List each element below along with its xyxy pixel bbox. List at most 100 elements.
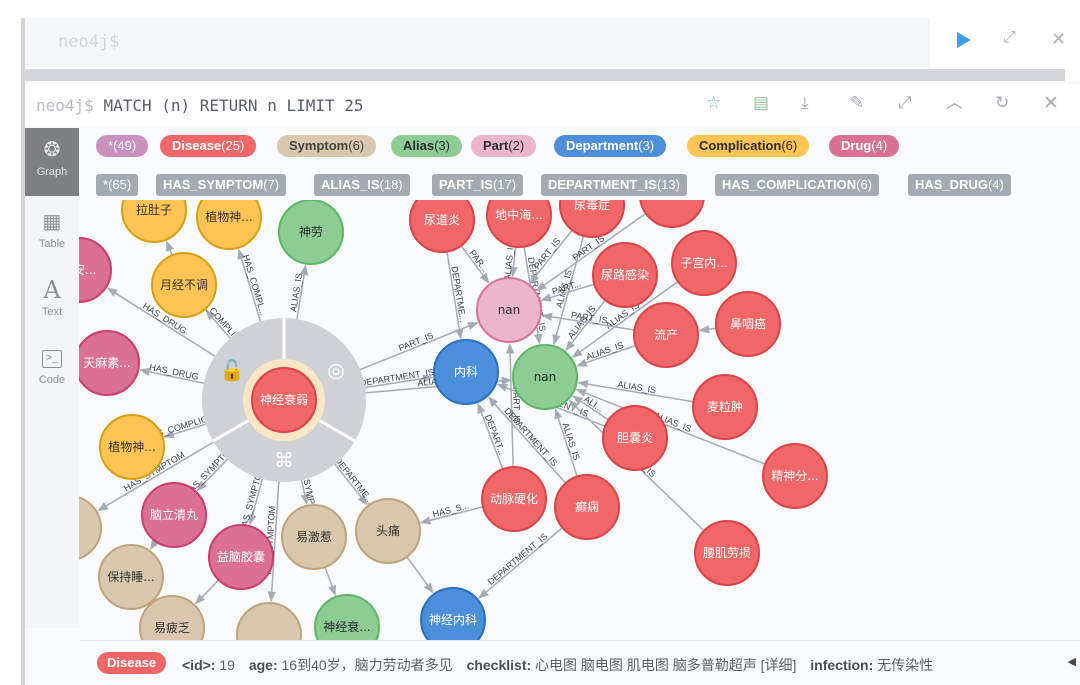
hide-icon[interactable]: ◎	[327, 358, 344, 382]
legend-label-alias[interactable]: Alias(3)	[391, 135, 462, 157]
legend-rel-has-complication[interactable]: HAS_COMPLICATION(6)	[715, 174, 879, 196]
query-editor[interactable]: neo4j$	[25, 18, 930, 67]
graph-node-complication[interactable]: 植物神...	[99, 414, 165, 480]
node-circle[interactable]	[236, 602, 302, 640]
status-badge[interactable]: Disease	[97, 652, 167, 674]
close-icon[interactable]: ✕	[1051, 30, 1066, 48]
graph-canvas[interactable]: HAS_COMPL...HAS_COMPLICAT... ALIAS_ISDEPA…	[79, 195, 1079, 640]
relationship-edge[interactable]	[149, 538, 160, 550]
relationship-line[interactable]	[149, 538, 160, 550]
graph-node-complication[interactable]: 月经不调	[151, 252, 217, 318]
graph-node-drug[interactable]: ...安...	[79, 237, 112, 303]
legend-rel-has-symptom[interactable]: HAS_SYMPTOM(7)	[156, 174, 287, 196]
unlock-icon[interactable]: 🔓	[220, 358, 245, 382]
graph-node-disease[interactable]: 癫痫	[554, 474, 620, 540]
graph-node-symptom[interactable]: 头痛	[355, 498, 421, 564]
node-label: 子宫内...	[680, 255, 727, 270]
save-icon[interactable]: ▤	[753, 94, 769, 111]
close-icon[interactable]: ✕	[1043, 94, 1059, 113]
graph-node-drug[interactable]: 脑立清丸	[141, 482, 207, 548]
legend-label-disease[interactable]: Disease(25)	[160, 135, 257, 157]
graph-node-complication[interactable]: 植物神...	[196, 195, 262, 250]
frame-query[interactable]: neo4j$ MATCH (n) RETURN n LIMIT 25	[36, 96, 364, 115]
graph-node-disease[interactable]: 地中海...	[486, 195, 552, 248]
graph-node-disease[interactable]: 精神分...	[762, 443, 828, 509]
relationship-line[interactable]	[324, 566, 336, 597]
graph-node-department[interactable]: 神经内科	[420, 587, 486, 640]
legend-label-department[interactable]: Department(3)	[554, 135, 667, 157]
graph-node-symptom[interactable]: 梦	[79, 496, 102, 560]
legend-label-drug[interactable]: Drug(4)	[829, 135, 900, 157]
graph-node-disease[interactable]: 尿路感染	[592, 242, 658, 308]
sidebar-item-graph[interactable]: ❂ Graph	[25, 128, 79, 196]
relationship-edge[interactable]: DEPARTME...	[446, 251, 468, 340]
legend-label-all[interactable]: *(49)	[96, 135, 149, 157]
expand-icon[interactable]: ⤢	[1003, 30, 1016, 46]
graph-node-alias[interactable]: 神经衰...	[314, 594, 380, 640]
graph-node-department[interactable]: 内科	[433, 339, 499, 405]
graph-node-complication[interactable]: 拉肚子	[121, 195, 187, 243]
graph-node-symptom[interactable]	[236, 602, 302, 640]
graph-node-alias[interactable]: nan	[512, 344, 578, 410]
relationship-edge[interactable]: ALIAS_IS	[576, 340, 637, 367]
legend-label-complication[interactable]: Complication(6)	[687, 135, 810, 157]
relationship-edge[interactable]: ALIAS_IS	[554, 408, 582, 477]
graph-node-drug[interactable]: 益脑胶囊	[208, 524, 274, 590]
relationship-line[interactable]	[406, 556, 434, 594]
relationship-edge[interactable]	[406, 556, 434, 594]
relationship-edge[interactable]: HAS_COMPL...	[237, 248, 269, 324]
expand-icon[interactable]: ⤢	[898, 94, 912, 111]
relationship-line[interactable]	[698, 325, 717, 334]
relationship-edge[interactable]	[698, 325, 717, 334]
graph-node-drug[interactable]: 天麻素...	[79, 330, 140, 396]
relationship-edge[interactable]: DEPARTME...	[333, 455, 376, 506]
relationship-edge[interactable]: ALIAS_IS	[565, 299, 606, 352]
sidebar-item-code[interactable]: >_ Code	[25, 338, 79, 406]
collapse-icon[interactable]: ︿	[946, 94, 963, 111]
graph-node-disease[interactable]: 麦粒肿	[692, 374, 758, 440]
graph-node-symptom[interactable]: 保持睡...	[98, 544, 164, 610]
relationship-line[interactable]	[194, 579, 220, 605]
relationship-edge[interactable]	[165, 240, 175, 256]
rerun-icon[interactable]: ↻	[995, 94, 1009, 111]
scroll-left-icon[interactable]: ◀	[1068, 655, 1076, 668]
graph-node-disease[interactable]: 子宫内...	[671, 230, 737, 296]
pin-icon[interactable]: ✎	[850, 94, 864, 111]
graph-node-disease[interactable]: 胆囊炎	[602, 405, 668, 471]
relationship-label: DEPARTMENT_IS	[486, 531, 550, 587]
play-icon[interactable]	[957, 32, 971, 48]
relationship-line[interactable]	[165, 240, 175, 256]
relationship-edge[interactable]	[194, 579, 220, 605]
relationship-edge[interactable]: HAS_DRUG	[139, 362, 206, 385]
sidebar-item-table[interactable]: ▦ Table	[25, 200, 79, 268]
legend-rel-department-is[interactable]: DEPARTMENT_IS(13)	[541, 174, 687, 196]
star-icon[interactable]: ☆	[706, 94, 721, 111]
expand-relationships-icon[interactable]: ⌘	[274, 448, 294, 472]
legend-label-part[interactable]: Part(2)	[471, 135, 537, 157]
graph-node-symptom[interactable]: 易激惹	[281, 504, 347, 570]
graph-node-alias[interactable]: 神劳	[278, 199, 344, 265]
legend-label-symptom[interactable]: Symptom(6)	[277, 135, 377, 157]
sidebar-item-text[interactable]: A Text	[25, 268, 79, 336]
legend-rel-all[interactable]: *(65)	[96, 174, 139, 196]
graph-node-disease[interactable]: 腰肌劳损	[694, 520, 760, 586]
graph-node-disease[interactable]: 流产	[633, 302, 699, 368]
graph-node-disease[interactable]: 尿道炎	[409, 195, 475, 253]
graph-node-disease[interactable]: 动脉硬化	[481, 466, 547, 532]
graph-node-part[interactable]: nan	[476, 277, 542, 343]
node-circle[interactable]	[79, 496, 102, 560]
relationship-edge[interactable]: ALIAS_IS	[288, 264, 309, 322]
legend-rel-alias-is[interactable]: ALIAS_IS(18)	[314, 174, 410, 196]
relationship-edge[interactable]: PAR...	[460, 245, 490, 284]
download-icon[interactable]: ⤓	[801, 94, 809, 111]
relationship-edge[interactable]: DEPARTMENT_IS	[478, 527, 564, 599]
legend-rel-has-drug[interactable]: HAS_DRUG(4)	[908, 174, 1011, 196]
legend-label-count: (25)	[221, 138, 245, 153]
graph-node-disease[interactable]: 神经衰弱	[251, 367, 317, 433]
relationship-edge[interactable]	[324, 566, 336, 597]
legend-rel-part-is[interactable]: PART_IS(17)	[432, 174, 524, 196]
node-label: 动脉硬化	[490, 491, 538, 506]
graph-node-disease[interactable]: 鼻咽癌	[715, 291, 781, 357]
graph-node-disease[interactable]: 尿毒症	[559, 195, 625, 238]
relationship-edge[interactable]: HAS_S...	[419, 501, 484, 525]
